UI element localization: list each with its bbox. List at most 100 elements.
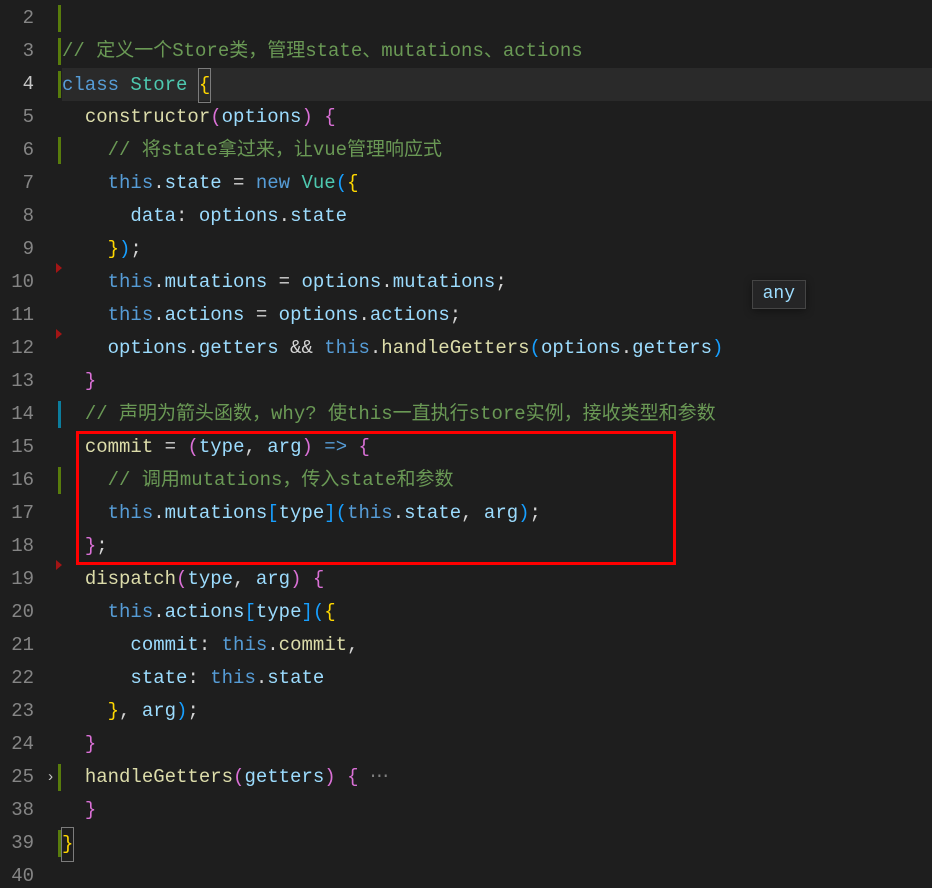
- code-line: this.state = new Vue({: [62, 167, 932, 200]
- token-paren: (: [313, 601, 324, 623]
- token-brace: {: [313, 568, 324, 590]
- line-number: 39: [0, 827, 48, 860]
- code-line: });: [62, 233, 932, 266]
- deleted-marker-icon: [56, 263, 62, 273]
- line-number: 16: [0, 464, 48, 497]
- code-line: this.actions[type]({: [62, 596, 932, 629]
- code-line: };: [62, 530, 932, 563]
- token-paren: ): [119, 238, 130, 260]
- token-this: this: [108, 271, 154, 293]
- token-var: arg: [142, 700, 176, 722]
- line-number: 13: [0, 365, 48, 398]
- token-property: actions: [370, 304, 450, 326]
- code-line: dispatch(type, arg) {: [62, 563, 932, 596]
- token-param: options: [222, 106, 302, 128]
- line-number: 22: [0, 662, 48, 695]
- token-this: this: [108, 172, 154, 194]
- token-property: mutations: [393, 271, 496, 293]
- code-line: // 将state拿过来，让vue管理响应式: [62, 134, 932, 167]
- token-function: handleGetters: [85, 766, 233, 788]
- git-modified-bar: [58, 467, 61, 494]
- token-paren: ): [290, 568, 313, 590]
- token-brace: }: [85, 370, 96, 392]
- line-number: 11: [0, 299, 48, 332]
- line-number: 7: [0, 167, 48, 200]
- fold-column: ›: [48, 0, 62, 888]
- code-line: // 声明为箭头函数，why? 使this一直执行store实例，接收类型和参数: [62, 398, 932, 431]
- token-brace: }: [85, 799, 96, 821]
- git-modified-bar: [58, 137, 61, 164]
- token-colon: :: [199, 634, 222, 656]
- token-paren: ): [712, 337, 723, 359]
- comment-text: // 声明为箭头函数，why? 使this一直执行store实例，接收类型和参数: [85, 403, 716, 425]
- token-param: arg: [256, 568, 290, 590]
- token-property: state: [290, 205, 347, 227]
- deleted-marker-icon: [56, 560, 62, 570]
- line-number: 38: [0, 794, 48, 827]
- git-changed-bar: [58, 401, 61, 428]
- token-bracket: ]: [324, 502, 335, 524]
- token-arrow: =>: [313, 436, 359, 458]
- line-number: 9: [0, 233, 48, 266]
- token-dot: .: [279, 205, 290, 227]
- git-modified-bar: [58, 830, 61, 857]
- token-colon: :: [187, 667, 210, 689]
- token-this: this: [108, 304, 154, 326]
- token-dot: .: [256, 667, 267, 689]
- token-paren: (: [210, 106, 221, 128]
- token-op: =: [222, 172, 256, 194]
- code-line: handleGetters(getters) { ⋯: [62, 761, 932, 794]
- token-paren: (: [176, 568, 187, 590]
- token-paren: (: [336, 502, 347, 524]
- token-var: options: [541, 337, 621, 359]
- token-colon: :: [176, 205, 199, 227]
- git-modified-bar: [58, 5, 61, 32]
- token-space: [290, 172, 301, 194]
- line-number: 3: [0, 35, 48, 68]
- line-number: 23: [0, 695, 48, 728]
- code-line: [62, 2, 932, 35]
- token-function: constructor: [85, 106, 210, 128]
- token-brace: {: [347, 766, 358, 788]
- code-line: data: options.state: [62, 200, 932, 233]
- token-op: =: [153, 436, 187, 458]
- folded-code-icon[interactable]: ⋯: [359, 766, 389, 788]
- code-line: state: this.state: [62, 662, 932, 695]
- token-var: type: [279, 502, 325, 524]
- token-property: commit: [279, 634, 347, 656]
- code-editor[interactable]: 2 3 4 5 6 7 8 9 10 11 12 13 14 15 16 17 …: [0, 0, 932, 888]
- token-this: this: [324, 337, 370, 359]
- token-dot: .: [393, 502, 404, 524]
- code-line: class Store {: [62, 68, 932, 101]
- token-dot: .: [153, 601, 164, 623]
- token-bracket: ]: [301, 601, 312, 623]
- token-param: type: [187, 568, 233, 590]
- token-property: data: [130, 205, 176, 227]
- line-number: 18: [0, 530, 48, 563]
- token-property: state: [267, 667, 324, 689]
- line-number: 15: [0, 431, 48, 464]
- token-param: arg: [267, 436, 301, 458]
- token-dot: .: [359, 304, 370, 326]
- token-this: this: [347, 502, 393, 524]
- token-property: state: [165, 172, 222, 194]
- token-bracket: [: [267, 502, 278, 524]
- git-modified-bar: [58, 38, 61, 65]
- token-paren: ): [324, 766, 347, 788]
- token-property: actions: [165, 601, 245, 623]
- token-comma: ,: [233, 568, 256, 590]
- code-area[interactable]: // 定义一个Store类，管理state、mutations、actions …: [62, 0, 932, 888]
- git-modified-bar: [58, 764, 61, 791]
- token-brace: {: [324, 106, 335, 128]
- token-dot: .: [153, 271, 164, 293]
- token-property: state: [404, 502, 461, 524]
- line-number: 5: [0, 101, 48, 134]
- token-semi: ;: [450, 304, 461, 326]
- line-number: 10: [0, 266, 48, 299]
- token-paren: (: [233, 766, 244, 788]
- token-function: commit: [85, 436, 153, 458]
- token-brace: }: [85, 733, 96, 755]
- chevron-right-icon[interactable]: ›: [46, 761, 55, 794]
- type-hover-tooltip: any: [752, 280, 806, 309]
- token-this: this: [108, 601, 154, 623]
